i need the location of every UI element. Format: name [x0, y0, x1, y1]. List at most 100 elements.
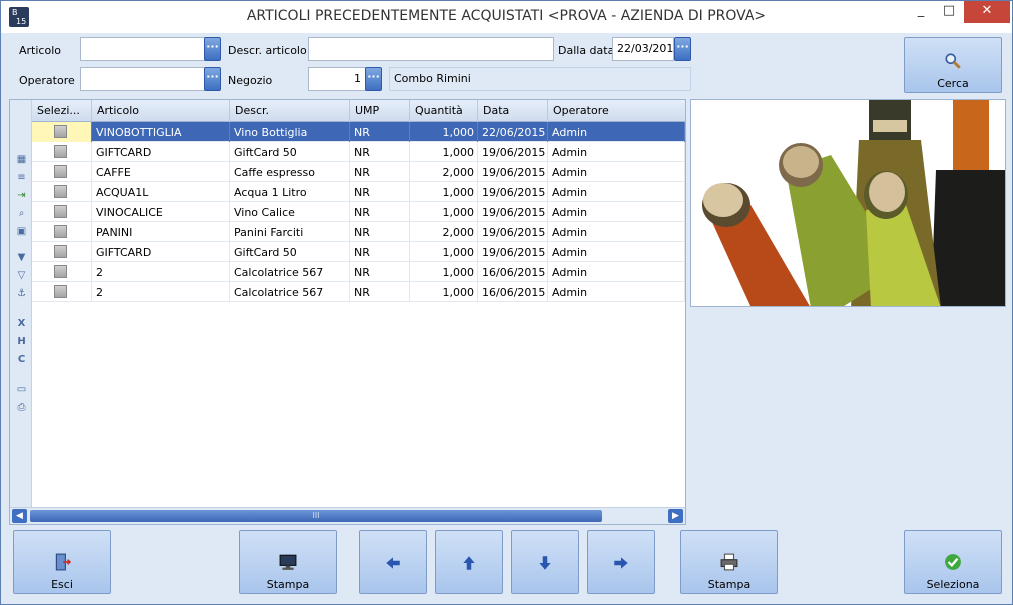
cell-op[interactable]: Admin — [548, 182, 685, 202]
cell-qta[interactable]: 1,000 — [410, 182, 478, 202]
cell-data[interactable]: 19/06/2015 — [478, 222, 548, 242]
cell-descr[interactable]: Calcolatrice 567 — [230, 262, 350, 282]
select-cell[interactable] — [32, 142, 92, 162]
cell-data[interactable]: 16/06/2015 — [478, 262, 548, 282]
col-articolo[interactable]: Articolo — [92, 100, 230, 122]
col-data[interactable]: Data — [478, 100, 548, 122]
row-checkbox[interactable] — [54, 225, 67, 238]
cell-qta[interactable]: 1,000 — [410, 262, 478, 282]
cell-op[interactable]: Admin — [548, 282, 685, 302]
scroll-thumb[interactable]: III — [30, 510, 602, 522]
col-operatore[interactable]: Operatore — [548, 100, 685, 122]
cell-ump[interactable]: NR — [350, 182, 410, 202]
cell-qta[interactable]: 1,000 — [410, 122, 478, 142]
cell-op[interactable]: Admin — [548, 122, 685, 142]
search-icon[interactable]: ⌕ — [15, 208, 28, 220]
cell-data[interactable]: 19/06/2015 — [478, 242, 548, 262]
cell-data[interactable]: 19/06/2015 — [478, 162, 548, 182]
export-xls-icon[interactable]: X — [15, 318, 28, 330]
dalla-data-input[interactable]: 22/03/2015 — [612, 37, 680, 61]
right-arrow-button[interactable] — [587, 530, 655, 594]
cell-articolo[interactable]: ACQUA1L — [92, 182, 230, 202]
date-picker-button[interactable]: ··· — [674, 37, 691, 61]
seleziona-button[interactable]: Seleziona — [904, 530, 1002, 594]
row-checkbox[interactable] — [54, 125, 67, 138]
horizontal-scrollbar[interactable]: ◀ III ▶ — [10, 507, 685, 524]
table-row[interactable]: CAFFE Caffe espresso NR 2,000 19/06/2015 Admi… — [32, 162, 685, 182]
select-cell[interactable] — [32, 162, 92, 182]
select-cell[interactable] — [32, 202, 92, 222]
up-arrow-button[interactable] — [435, 530, 503, 594]
cell-ump[interactable]: NR — [350, 262, 410, 282]
select-cell[interactable] — [32, 182, 92, 202]
cell-articolo[interactable]: VINOBOTTIGLIA — [92, 122, 230, 142]
stampa-preview-button[interactable]: Stampa — [239, 530, 337, 594]
cell-articolo[interactable]: VINOCALICE — [92, 202, 230, 222]
cell-data[interactable]: 22/06/2015 — [478, 122, 548, 142]
cell-op[interactable]: Admin — [548, 242, 685, 262]
print-icon[interactable]: ⎙ — [15, 402, 28, 414]
down-arrow-button[interactable] — [511, 530, 579, 594]
cell-articolo[interactable]: GIFTCARD — [92, 142, 230, 162]
cell-articolo[interactable]: CAFFE — [92, 162, 230, 182]
table-row[interactable]: VINOBOTTIGLIA Vino Bottiglia NR 1,000 22/06/… — [32, 122, 685, 142]
cell-ump[interactable]: NR — [350, 202, 410, 222]
col-seleziona[interactable]: Selezi... — [32, 100, 92, 122]
cell-ump[interactable]: NR — [350, 242, 410, 262]
monitor-icon[interactable]: ▭ — [15, 384, 28, 396]
left-arrow-button[interactable] — [359, 530, 427, 594]
cell-qta[interactable]: 2,000 — [410, 162, 478, 182]
cell-op[interactable]: Admin — [548, 142, 685, 162]
col-quantita[interactable]: Quantità — [410, 100, 478, 122]
cell-data[interactable]: 19/06/2015 — [478, 142, 548, 162]
export-html-icon[interactable]: H — [15, 336, 28, 348]
cell-ump[interactable]: NR — [350, 162, 410, 182]
filter-remove-icon[interactable]: ▽ — [15, 270, 28, 282]
descr-articolo-input[interactable] — [308, 37, 554, 61]
cell-ump[interactable]: NR — [350, 282, 410, 302]
cell-descr[interactable]: Vino Bottiglia — [230, 122, 350, 142]
articolo-input[interactable] — [80, 37, 206, 61]
cell-op[interactable]: Admin — [548, 202, 685, 222]
row-checkbox[interactable] — [54, 185, 67, 198]
row-checkbox[interactable] — [54, 205, 67, 218]
cell-op[interactable]: Admin — [548, 222, 685, 242]
row-checkbox[interactable] — [54, 285, 67, 298]
export-csv-icon[interactable]: C — [15, 354, 28, 366]
cell-descr[interactable]: GiftCard 50 — [230, 242, 350, 262]
select-cell[interactable] — [32, 222, 92, 242]
cell-ump[interactable]: NR — [350, 122, 410, 142]
articolo-lookup-button[interactable]: ··· — [204, 37, 221, 61]
maximize-button[interactable]: □ — [934, 1, 964, 23]
export-icon[interactable]: ⇥ — [15, 190, 28, 202]
scroll-left-icon[interactable]: ◀ — [12, 509, 27, 523]
scroll-right-icon[interactable]: ▶ — [668, 509, 683, 523]
cell-articolo[interactable]: 2 — [92, 262, 230, 282]
cell-qta[interactable]: 1,000 — [410, 142, 478, 162]
cerca-button[interactable]: Cerca — [904, 37, 1002, 93]
cell-data[interactable]: 16/06/2015 — [478, 282, 548, 302]
cell-qta[interactable]: 1,000 — [410, 242, 478, 262]
cell-descr[interactable]: GiftCard 50 — [230, 142, 350, 162]
cell-qta[interactable]: 1,000 — [410, 282, 478, 302]
negozio-lookup-button[interactable]: ··· — [365, 67, 382, 91]
cell-qta[interactable]: 2,000 — [410, 222, 478, 242]
table-row[interactable]: ACQUA1L Acqua 1 Litro NR 1,000 19/06/2015 Adm… — [32, 182, 685, 202]
cell-articolo[interactable]: GIFTCARD — [92, 242, 230, 262]
cell-descr[interactable]: Panini Farciti — [230, 222, 350, 242]
cell-articolo[interactable]: 2 — [92, 282, 230, 302]
table-row[interactable]: GIFTCARD GiftCard 50 NR 1,000 19/06/2015 Admi… — [32, 242, 685, 262]
cell-descr[interactable]: Acqua 1 Litro — [230, 182, 350, 202]
cell-ump[interactable]: NR — [350, 142, 410, 162]
select-cell[interactable] — [32, 282, 92, 302]
row-checkbox[interactable] — [54, 165, 67, 178]
row-checkbox[interactable] — [54, 245, 67, 258]
close-button[interactable]: ✕ — [964, 1, 1010, 23]
filter-add-icon[interactable]: ▼ — [15, 252, 28, 264]
cell-descr[interactable]: Calcolatrice 567 — [230, 282, 350, 302]
negozio-input[interactable]: 1 — [308, 67, 366, 91]
row-checkbox[interactable] — [54, 265, 67, 278]
select-cell[interactable] — [32, 262, 92, 282]
select-cell[interactable] — [32, 242, 92, 262]
col-ump[interactable]: UMP — [350, 100, 410, 122]
